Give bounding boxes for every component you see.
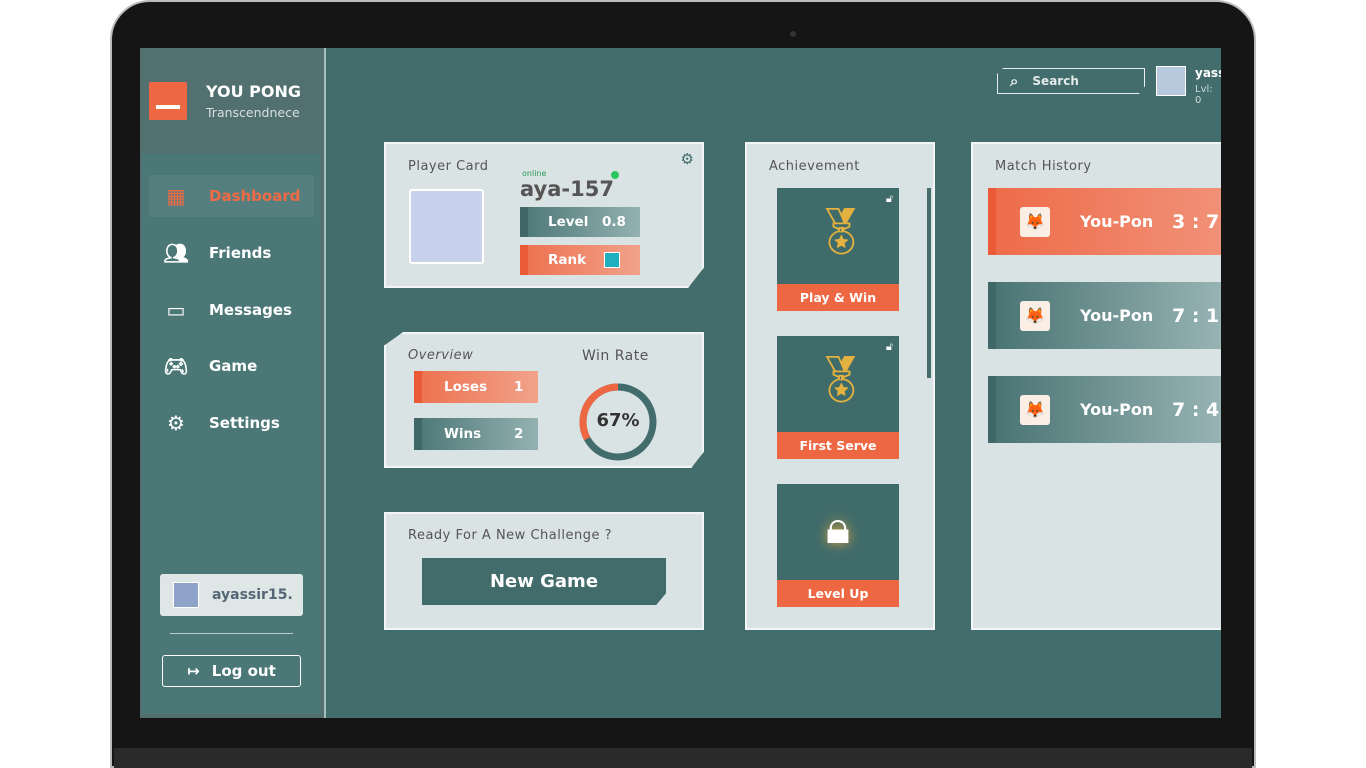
opponent-avatar: 🦊 — [1020, 300, 1050, 331]
level-label: Level — [548, 214, 589, 230]
nav-label: Messages — [209, 301, 292, 319]
rank-bar: Rank — [520, 245, 640, 275]
achievement-item[interactable]: 🔓︎ 🏅︎ Play & Win — [777, 188, 899, 311]
opponent-avatar: 🦊 — [1020, 394, 1050, 425]
header-avatar[interactable] — [1156, 66, 1186, 96]
search-icon: ⌕ — [1010, 72, 1019, 90]
search-placeholder: Search — [1032, 74, 1079, 88]
match-history-card: Match History 🦊 You-Pon 3 : 7 🦊 You-Pon 7 : … — [971, 142, 1221, 630]
gamepad-icon: 🎮︎ — [163, 354, 189, 378]
sidebar-item-settings[interactable]: ⚙ Settings — [149, 402, 314, 444]
wins-label: Wins — [444, 426, 482, 442]
opponent-name: You-Pon — [1080, 212, 1154, 231]
users-icon: 👥︎ — [163, 241, 189, 265]
logout-label: Log out — [211, 662, 276, 680]
player-username: aya-157 — [520, 177, 614, 201]
achievement-item[interactable]: 🔒︎ Level Up — [777, 484, 899, 607]
brand-subtitle: Transcendnece — [206, 105, 300, 120]
winrate-value: 67% — [596, 410, 640, 431]
gear-icon: ⚙ — [167, 411, 185, 435]
player-card: Player Card ⚙ online aya-157 Level 0.8 Ra… — [384, 142, 704, 288]
wins-value: 2 — [514, 426, 524, 442]
sidebar: YOU PONG Transcendnece ▦ Dashboard 👥︎ Frie… — [140, 48, 326, 718]
sidebar-item-friends[interactable]: 👥︎ Friends — [149, 232, 314, 274]
wins-bar: Wins 2 — [414, 418, 538, 450]
loses-bar: Loses 1 — [414, 371, 538, 403]
achievement-label: Level Up — [777, 580, 899, 607]
sidebar-nav: ▦ Dashboard 👥︎ Friends ▭ Messages 🎮︎ Game ⚙ S… — [142, 154, 320, 714]
lock-icon: 🔒︎ — [825, 500, 851, 554]
overview-card: Overview Loses 1 Wins 2 Win Rate 67% — [384, 332, 704, 468]
level-bar: Level 0.8 — [520, 207, 640, 237]
card-title: Match History — [995, 159, 1092, 174]
app-screen: YOU PONG Transcendnece ▦ Dashboard 👥︎ Frie… — [140, 48, 1221, 718]
medal-icon: 🏅︎ — [811, 204, 870, 258]
header-username: yassi — [1195, 66, 1221, 80]
gear-icon[interactable]: ⚙ — [681, 150, 694, 168]
card-title: Overview — [408, 348, 474, 363]
avatar — [173, 582, 199, 608]
nav-label: Game — [209, 357, 258, 375]
new-game-button[interactable]: New Game — [422, 558, 666, 605]
loses-label: Loses — [444, 379, 488, 395]
match-row[interactable]: 🦊 You-Pon 7 : 1 — [988, 282, 1221, 349]
achievement-item[interactable]: 🔓︎ 🏅︎ First Serve — [777, 336, 899, 459]
sidebar-item-messages[interactable]: ▭ Messages — [149, 289, 314, 331]
message-icon: ▭ — [166, 298, 186, 322]
user-chip[interactable]: ayassir15. — [160, 574, 303, 616]
challenge-card: Ready For A New Challenge ? New Game — [384, 512, 704, 630]
sidebar-item-dashboard[interactable]: ▦ Dashboard — [149, 175, 314, 217]
loses-value: 1 — [514, 379, 524, 395]
opponent-name: You-Pon — [1080, 306, 1154, 325]
match-score: 7 : 1 — [1172, 304, 1220, 327]
laptop-base — [114, 748, 1252, 768]
level-value: 0.8 — [602, 214, 626, 230]
divider — [170, 633, 293, 634]
opponent-avatar: 🦊 — [1020, 206, 1050, 237]
card-title: Achievement — [769, 159, 860, 174]
scrollbar[interactable] — [927, 188, 931, 378]
camera — [790, 31, 796, 37]
nav-label: Settings — [209, 414, 280, 432]
nav-label: Dashboard — [209, 187, 301, 205]
match-score: 7 : 4 — [1172, 398, 1220, 421]
card-title: Ready For A New Challenge ? — [408, 528, 612, 543]
dashboard-icon: ▦ — [166, 184, 186, 208]
match-row[interactable]: 🦊 You-Pon 7 : 4 — [988, 376, 1221, 443]
match-row[interactable]: 🦊 You-Pon 3 : 7 — [988, 188, 1221, 255]
achievement-card: Achievement 🔓︎ 🏅︎ Play & Win 🔓︎ 🏅︎ First Ser… — [745, 142, 935, 630]
achievement-label: First Serve — [777, 432, 899, 459]
winrate-title: Win Rate — [582, 348, 649, 364]
achievement-label: Play & Win — [777, 284, 899, 311]
unlock-icon: 🔓︎ — [885, 192, 893, 205]
opponent-name: You-Pon — [1080, 400, 1154, 419]
brand-name: YOU PONG — [206, 82, 302, 101]
search-input[interactable]: ⌕ Search — [997, 68, 1145, 94]
unlock-icon: 🔓︎ — [885, 340, 893, 353]
medal-icon: 🏅︎ — [811, 352, 870, 406]
logout-icon: ↦ — [187, 662, 200, 680]
card-title: Player Card — [408, 159, 489, 174]
username: ayassir15. — [212, 587, 293, 603]
sidebar-item-game[interactable]: 🎮︎ Game — [149, 345, 314, 387]
rank-badge-icon — [604, 252, 620, 268]
nav-label: Friends — [209, 244, 272, 262]
match-score: 3 : 7 — [1172, 210, 1220, 233]
header-level: Lvl: 0 — [1195, 84, 1213, 106]
rank-label: Rank — [548, 252, 587, 268]
logout-button[interactable]: ↦ Log out — [162, 655, 301, 687]
player-photo — [409, 189, 484, 264]
logo-icon — [149, 82, 187, 120]
